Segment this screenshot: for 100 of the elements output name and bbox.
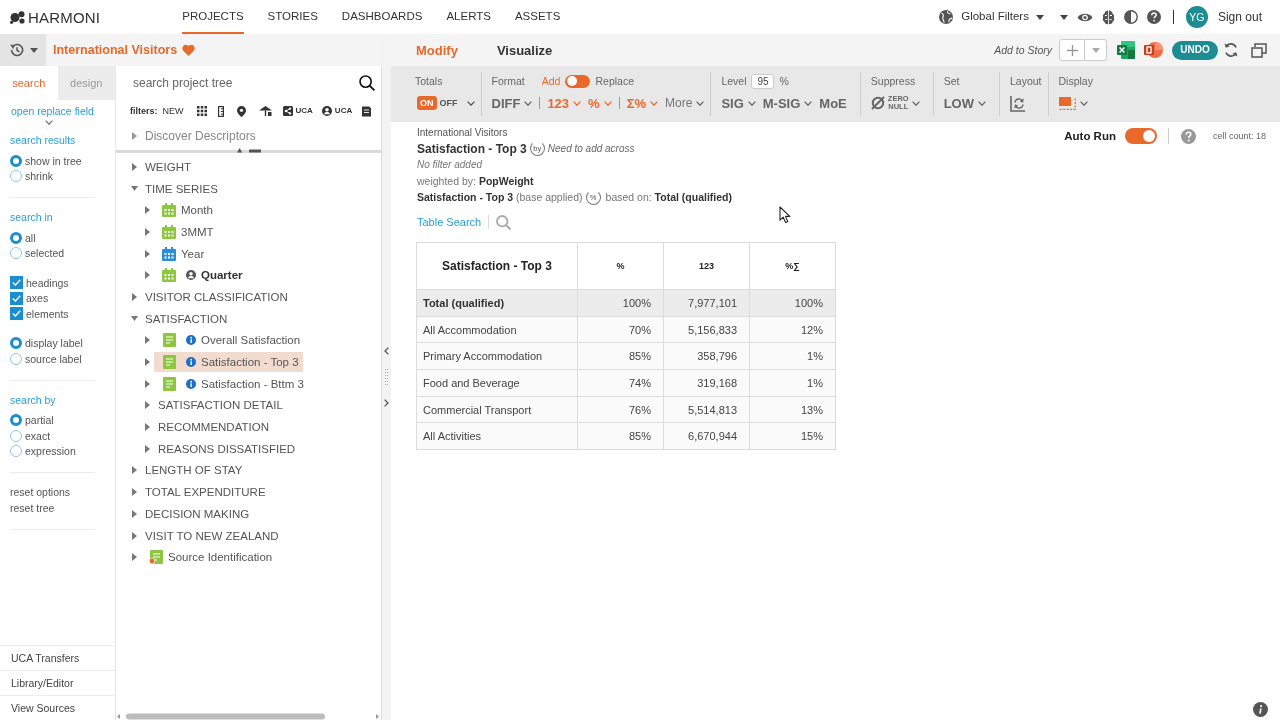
caret-right-icon[interactable] (132, 162, 137, 171)
tree-item[interactable]: Overall Satisfaction (154, 330, 305, 351)
caret-right-icon[interactable] (145, 444, 150, 453)
caret-right-icon[interactable] (145, 336, 150, 345)
tree-item[interactable]: SATISFACTION DETAIL (154, 395, 287, 416)
tree-item[interactable]: VISITOR CLASSIFICATION (141, 286, 292, 307)
undo-button[interactable]: UNDO (1172, 40, 1218, 60)
auto-run-toggle[interactable] (1124, 128, 1157, 144)
map-pin-icon[interactable] (236, 105, 246, 117)
grip-icon[interactable] (385, 369, 388, 385)
caret-down-icon[interactable] (131, 316, 138, 322)
tree-item[interactable]: REASONS DISSATISFIED (154, 438, 300, 459)
reset-link[interactable]: reset tree (10, 500, 55, 516)
ruler-icon[interactable] (217, 105, 224, 117)
caret-right-icon[interactable] (145, 249, 150, 258)
spreadsheet-icon[interactable] (1116, 40, 1136, 60)
book-icon[interactable] (361, 105, 372, 117)
grid-icon[interactable] (196, 106, 207, 116)
radio-button[interactable] (10, 429, 22, 442)
caret-right-icon[interactable] (145, 227, 150, 236)
tree-item[interactable]: Satisfaction - Top 3 (154, 352, 303, 373)
nav-tab[interactable]: ASSETS (514, 0, 561, 34)
caret-right-icon[interactable] (145, 401, 150, 410)
contrast-icon[interactable] (1123, 10, 1138, 24)
brain-icon[interactable] (1101, 9, 1115, 25)
add-to-story-menu-button[interactable] (1085, 39, 1107, 61)
radio-button[interactable] (10, 154, 22, 167)
filter-tag[interactable]: UCA (282, 106, 313, 116)
caret-right-icon[interactable] (145, 423, 150, 432)
radio-button[interactable] (10, 231, 22, 244)
column-header[interactable]: % (577, 242, 664, 290)
nav-tab[interactable]: STORIES (267, 0, 318, 34)
caret-down-icon[interactable] (131, 186, 138, 192)
caret-down-icon[interactable] (1059, 14, 1068, 20)
mode-tab[interactable]: Visualize (496, 34, 553, 66)
eye-icon[interactable] (1076, 11, 1093, 23)
tree-item[interactable]: DECISION MAKING (141, 503, 254, 524)
radio-button[interactable] (10, 170, 22, 183)
radio-button[interactable] (10, 337, 22, 350)
add-replace-toggle[interactable] (565, 74, 591, 88)
radio-button[interactable] (10, 445, 22, 458)
chevron-left-icon[interactable] (384, 347, 389, 355)
mode-option-label[interactable]: Replace (595, 75, 634, 87)
caret-right-icon[interactable] (132, 488, 137, 497)
help-icon[interactable] (1146, 10, 1161, 24)
filter-tag[interactable]: UCA (321, 106, 353, 116)
search-icon[interactable] (359, 75, 375, 91)
bottom-nav-link[interactable]: View Sources (0, 695, 115, 720)
tree-item[interactable]: Satisfaction - Bttm 3 (154, 373, 308, 394)
nav-tab[interactable]: DASHBOARDS (341, 0, 423, 34)
caret-right-icon[interactable] (132, 553, 137, 562)
screen-icon[interactable] (1251, 42, 1267, 58)
sign-out-link[interactable]: Sign out (1217, 10, 1262, 24)
caret-right-icon[interactable] (145, 358, 150, 367)
chevron-right-icon[interactable] (384, 399, 389, 407)
add-to-story-button[interactable] (1059, 39, 1085, 61)
significance-button[interactable]: SIG (721, 91, 756, 115)
radio-button[interactable] (10, 352, 22, 365)
significance-button[interactable]: M-SIG (762, 91, 813, 115)
history-button[interactable] (0, 34, 46, 66)
tree-item[interactable]: Month (154, 200, 217, 221)
signpost-icon[interactable] (258, 106, 272, 116)
level-input[interactable]: 95 (751, 73, 775, 89)
totals-off-button[interactable]: OFF (436, 96, 461, 110)
new-filter-button[interactable]: NEW (162, 106, 184, 116)
user-avatar[interactable]: YG (1185, 6, 1208, 28)
caret-right-icon[interactable] (132, 531, 137, 540)
tree-item[interactable]: WEIGHT (141, 156, 195, 177)
tree-item[interactable]: TIME SERIES (141, 178, 222, 199)
caret-right-icon[interactable] (132, 132, 137, 140)
chevron-down-icon[interactable] (466, 100, 475, 106)
checkbox[interactable] (10, 291, 23, 305)
format-option-button[interactable]: DIFF (491, 91, 533, 115)
bottom-nav-link[interactable]: Library/Editor (0, 670, 115, 695)
heart-icon[interactable] (182, 44, 196, 56)
caret-right-icon[interactable] (132, 466, 137, 475)
global-filters-dropdown[interactable]: Global Filters (961, 11, 1044, 23)
chevron-down-icon[interactable] (45, 120, 53, 125)
caret-right-icon[interactable] (132, 509, 137, 518)
checkbox[interactable] (10, 276, 23, 290)
tree-item[interactable]: 3MMT (154, 221, 218, 242)
drag-handle-icon[interactable] (236, 147, 261, 153)
reset-link[interactable]: reset options (10, 485, 71, 501)
nav-tab[interactable]: ALERTS (446, 0, 491, 34)
column-header[interactable]: Satisfaction - Top 3 (416, 242, 578, 290)
more-menu-button[interactable]: More (665, 91, 705, 115)
pinned-tree-item[interactable]: Discover Descriptors (145, 129, 256, 143)
bottom-nav-link[interactable]: UCA Transfers (0, 645, 115, 670)
caret-right-icon[interactable] (145, 271, 150, 280)
refresh-icon[interactable] (1223, 42, 1239, 58)
checkbox[interactable] (10, 307, 23, 321)
tree-item[interactable]: Source Identification (141, 547, 277, 568)
presentation-icon[interactable] (1143, 40, 1163, 60)
significance-button[interactable]: MoE (819, 91, 847, 115)
caret-right-icon[interactable] (145, 379, 150, 388)
tree-item[interactable]: SATISFACTION (141, 308, 232, 329)
caret-right-icon[interactable] (132, 292, 137, 301)
column-header[interactable]: 123 (663, 242, 750, 290)
tree-item[interactable]: RECOMMENDATION (154, 417, 273, 438)
column-header[interactable]: %∑ (749, 242, 836, 290)
